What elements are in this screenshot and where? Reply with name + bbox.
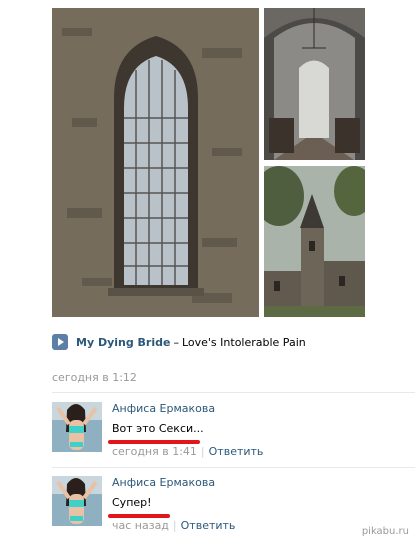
play-icon[interactable] [52, 334, 68, 350]
church-window-image [52, 8, 259, 317]
comment-time[interactable]: сегодня в 1:41 [112, 445, 197, 458]
castle-tower-image [264, 166, 365, 317]
post-date[interactable]: сегодня в 1:12 [52, 371, 137, 384]
audio-attachment: My Dying Bride – Love's Intolerable Pain [52, 333, 306, 351]
photo-castle-tower[interactable] [264, 166, 365, 317]
avatar-image [52, 402, 102, 452]
divider [52, 467, 415, 468]
photo-church-window[interactable] [52, 8, 259, 317]
red-underline-mark [108, 514, 170, 518]
red-underline-mark [108, 440, 200, 444]
comment-text: Вот это Секси... [112, 422, 204, 435]
comment-text: Супер! [112, 496, 152, 509]
avatar-image [52, 476, 102, 526]
reply-link[interactable]: Ответить [209, 445, 264, 458]
comment-text-wrap: Супер! [108, 496, 170, 518]
comment-meta: час назад | Ответить [112, 519, 235, 533]
comment-time[interactable]: час назад [112, 519, 169, 532]
comment-meta: сегодня в 1:41 | Ответить [112, 445, 263, 459]
divider [52, 392, 415, 393]
audio-separator: – [173, 335, 179, 349]
audio-track-title: Love's Intolerable Pain [181, 335, 306, 349]
audio-artist-link[interactable]: My Dying Bride [76, 336, 170, 349]
comment-author-link[interactable]: Анфиса Ермакова [112, 476, 235, 490]
avatar[interactable] [52, 476, 102, 526]
avatar[interactable] [52, 402, 102, 452]
meta-separator: | [200, 445, 205, 458]
photo-church-interior[interactable] [264, 8, 365, 160]
comment-text-wrap: Вот это Секси... [108, 422, 204, 444]
meta-separator: | [172, 519, 177, 532]
church-interior-image [264, 8, 365, 160]
comment-author-link[interactable]: Анфиса Ермакова [112, 402, 263, 416]
watermark: pikabu.ru [361, 526, 409, 537]
reply-link[interactable]: Ответить [181, 519, 236, 532]
